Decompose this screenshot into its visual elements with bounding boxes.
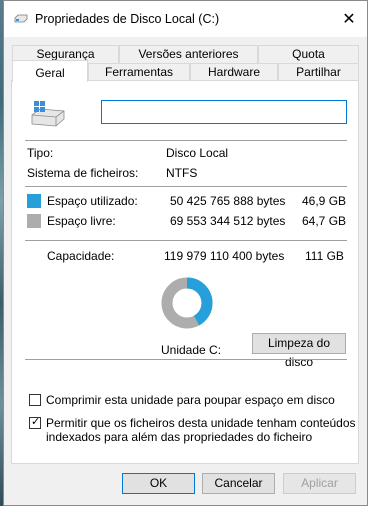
close-button[interactable]: ✕	[331, 1, 367, 37]
compress-checkbox[interactable]	[29, 394, 41, 406]
properties-dialog: Propriedades de Disco Local (C:) ✕ Segur…	[3, 0, 368, 506]
tab-geral[interactable]: Geral	[12, 60, 88, 82]
used-space-label: Espaço utilizado:	[47, 194, 138, 208]
close-icon: ✕	[342, 11, 356, 28]
free-space-gb: 64,7 GB	[302, 214, 347, 228]
type-value: Disco Local	[166, 146, 229, 160]
tab-label: Geral	[35, 66, 65, 80]
used-space-swatch	[27, 194, 41, 208]
capacity-gb: 111 GB	[305, 249, 344, 263]
tab-label: Hardware	[207, 65, 261, 79]
tab-label: Partilhar	[296, 65, 341, 79]
title-bar[interactable]: Propriedades de Disco Local (C:) ✕	[4, 1, 367, 37]
free-space-swatch	[27, 214, 41, 228]
divider	[25, 186, 347, 187]
used-space-bytes: 50 425 765 888 bytes	[170, 194, 286, 208]
disk-cleanup-button[interactable]: Limpeza do disco	[252, 333, 346, 369]
tab-label: Ferramentas	[104, 65, 174, 79]
window-title: Propriedades de Disco Local (C:)	[35, 12, 220, 26]
checkmark-icon: ✓	[31, 416, 41, 428]
tab-partilhar[interactable]: Partilhar	[278, 63, 359, 81]
tab-label: Versões anteriores	[138, 47, 239, 61]
apply-button[interactable]: Aplicar	[283, 473, 356, 494]
ok-button[interactable]: OK	[122, 473, 195, 494]
filesystem-label: Sistema de ficheiros:	[27, 166, 139, 180]
compress-label: Comprimir esta unidade para poupar espaç…	[46, 393, 335, 407]
filesystem-value: NTFS	[166, 166, 198, 180]
capacity-bytes: 119 979 110 400 bytes	[164, 249, 285, 263]
used-space-gb: 46,9 GB	[302, 194, 347, 208]
drive-label: Unidade C:	[161, 343, 222, 357]
drive-windows-icon	[31, 101, 65, 127]
divider	[25, 140, 347, 141]
tab-row-front: Geral Ferramentas Hardware Partilhar	[12, 60, 359, 82]
free-space-label: Espaço livre:	[47, 214, 116, 228]
drive-name-input[interactable]	[101, 100, 347, 124]
tab-versoes-anteriores[interactable]: Versões anteriores	[119, 45, 258, 63]
tab-label: Quota	[292, 47, 325, 61]
type-label: Tipo:	[27, 146, 54, 160]
tab-quota[interactable]: Quota	[258, 45, 359, 63]
drive-icon	[14, 14, 28, 23]
tab-label: Segurança	[36, 47, 95, 61]
index-label-line2: indexados para além das propriedades do …	[46, 430, 313, 444]
cancel-button[interactable]: Cancelar	[202, 473, 275, 494]
tab-ferramentas[interactable]: Ferramentas	[88, 63, 190, 81]
free-space-bytes: 69 553 344 512 bytes	[170, 214, 286, 228]
index-label-line1: Permitir que os ficheiros desta unidade …	[46, 416, 356, 430]
usage-donut-chart	[161, 277, 213, 329]
capacity-label: Capacidade:	[47, 249, 115, 263]
divider	[25, 240, 347, 241]
tab-panel-geral: Tipo: Disco Local Sistema de ficheiros: …	[11, 80, 359, 464]
tab-hardware[interactable]: Hardware	[190, 63, 278, 81]
divider	[25, 359, 347, 360]
index-checkbox[interactable]: ✓	[29, 416, 41, 429]
